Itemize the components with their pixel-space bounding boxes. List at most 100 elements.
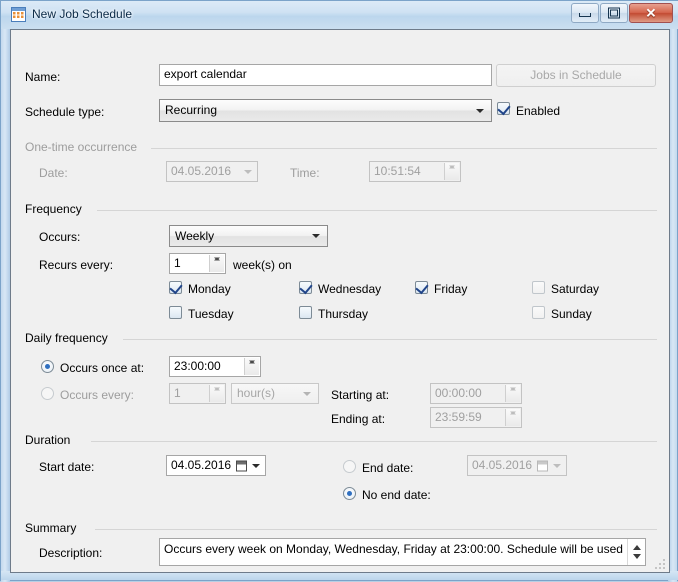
ending-at-input[interactable]: 23:59:59 bbox=[430, 407, 522, 428]
description-label: Description: bbox=[39, 546, 103, 560]
radio-dot-icon bbox=[45, 364, 50, 369]
spinner-down-icon[interactable] bbox=[210, 255, 224, 264]
starting-at-label: Starting at: bbox=[331, 388, 390, 402]
name-input[interactable]: export calendar bbox=[159, 64, 492, 86]
occurs-every-unit-value: hour(s) bbox=[237, 386, 276, 400]
one-time-group-label: One-time occurrence bbox=[25, 140, 143, 154]
close-icon: ✕ bbox=[645, 5, 657, 21]
starting-at-input[interactable]: 00:00:00 bbox=[430, 383, 522, 404]
checkbox-monday[interactable] bbox=[169, 280, 183, 295]
calendar-grid-icon bbox=[11, 7, 26, 22]
checkbox-thursday[interactable] bbox=[299, 306, 312, 319]
scroll-down-icon[interactable] bbox=[632, 554, 641, 559]
spinner-down-icon[interactable] bbox=[506, 409, 520, 418]
schedule-type-label: Schedule type: bbox=[25, 105, 105, 119]
calendar-icon[interactable] bbox=[537, 460, 548, 471]
starting-at-spinner[interactable] bbox=[505, 385, 520, 402]
ending-at-spinner[interactable] bbox=[505, 409, 520, 426]
minimize-button[interactable] bbox=[571, 3, 599, 23]
group-divider bbox=[95, 529, 657, 530]
description-value: Occurs every week on Monday, Wednesday, … bbox=[164, 542, 625, 556]
ending-at-label: Ending at: bbox=[331, 412, 386, 426]
radio-occurs-once-at[interactable] bbox=[41, 360, 54, 373]
occurs-once-spinner[interactable] bbox=[244, 358, 259, 375]
checkbox-saturday[interactable] bbox=[532, 281, 545, 294]
check-icon bbox=[415, 280, 429, 295]
time-spinner[interactable] bbox=[444, 163, 459, 180]
group-divider bbox=[97, 210, 657, 211]
check-icon bbox=[169, 280, 183, 295]
recurs-every-label: Recurs every: bbox=[39, 258, 114, 272]
occurs-select[interactable]: Weekly bbox=[169, 225, 328, 247]
checkbox-tuesday[interactable] bbox=[169, 306, 182, 319]
occurs-every-value: 1 bbox=[174, 386, 181, 400]
close-button[interactable]: ✕ bbox=[629, 3, 673, 23]
ending-at-value: 23:59:59 bbox=[435, 410, 482, 424]
start-date-input[interactable]: 04.05.2016 bbox=[166, 455, 266, 476]
label-thursday: Thursday bbox=[318, 307, 369, 321]
chevron-down-icon bbox=[303, 391, 311, 396]
chevron-down-icon bbox=[244, 169, 252, 174]
spinner-down-icon[interactable] bbox=[210, 385, 224, 394]
end-date-value: 04.05.2016 bbox=[472, 458, 533, 472]
start-date-label: Start date: bbox=[39, 460, 95, 474]
occurs-every-spinner[interactable] bbox=[209, 385, 224, 402]
group-divider bbox=[123, 339, 657, 340]
one-time-time-input[interactable]: 10:51:54 bbox=[369, 161, 461, 182]
dialog-body: Name: export calendar Jobs in Schedule S… bbox=[10, 29, 670, 573]
radio-dot-icon bbox=[347, 491, 352, 496]
recurs-every-input[interactable]: 1 bbox=[169, 253, 226, 274]
one-time-time-label: Time: bbox=[290, 166, 320, 180]
one-time-date-input[interactable]: 04.05.2016 bbox=[166, 161, 258, 182]
description-textarea[interactable]: Occurs every week on Monday, Wednesday, … bbox=[159, 538, 646, 566]
occurs-label: Occurs: bbox=[39, 230, 81, 244]
window-left-edge bbox=[1, 1, 10, 582]
chevron-down-icon[interactable] bbox=[252, 463, 260, 468]
recurs-every-spinner[interactable] bbox=[209, 255, 224, 272]
resize-grip-icon[interactable] bbox=[654, 558, 666, 570]
calendar-icon[interactable] bbox=[236, 460, 247, 471]
check-icon bbox=[299, 280, 313, 295]
checkbox-sunday[interactable] bbox=[532, 306, 545, 319]
occurs-every-unit-select[interactable]: hour(s) bbox=[231, 383, 319, 404]
minimize-icon bbox=[579, 12, 591, 17]
spinner-down-icon[interactable] bbox=[506, 385, 520, 394]
description-scrollbar[interactable] bbox=[627, 539, 645, 565]
occurs-every-label: Occurs every: bbox=[60, 388, 135, 402]
window-controls: ✕ bbox=[570, 3, 673, 24]
restore-button[interactable] bbox=[600, 3, 628, 23]
label-monday: Monday bbox=[188, 282, 231, 296]
radio-end-date[interactable] bbox=[343, 460, 356, 473]
jobs-in-schedule-button[interactable]: Jobs in Schedule bbox=[496, 64, 656, 87]
no-end-date-label: No end date: bbox=[362, 488, 431, 502]
checkbox-wednesday[interactable] bbox=[299, 280, 313, 295]
one-time-time-value: 10:51:54 bbox=[374, 164, 421, 178]
enabled-label: Enabled bbox=[516, 104, 561, 118]
occurs-every-input[interactable]: 1 bbox=[169, 383, 226, 404]
spinner-down-icon[interactable] bbox=[245, 358, 259, 367]
end-date-input[interactable]: 04.05.2016 bbox=[467, 455, 567, 476]
radio-no-end-date[interactable] bbox=[343, 487, 356, 500]
title-bar[interactable]: New Job Schedule ✕ bbox=[1, 1, 678, 29]
radio-occurs-every[interactable] bbox=[41, 387, 54, 400]
enabled-checkbox[interactable] bbox=[497, 101, 511, 116]
scroll-up-icon[interactable] bbox=[632, 545, 641, 550]
spinner-down-icon[interactable] bbox=[445, 163, 459, 172]
chevron-down-icon[interactable] bbox=[553, 463, 561, 468]
weeks-on-label: week(s) on bbox=[233, 258, 292, 272]
window-title: New Job Schedule bbox=[32, 7, 133, 21]
occurs-once-at-label: Occurs once at: bbox=[60, 361, 145, 375]
checkbox-friday[interactable] bbox=[415, 280, 429, 295]
occurs-once-at-input[interactable]: 23:00:00 bbox=[169, 356, 261, 377]
schedule-type-select[interactable]: Recurring bbox=[159, 99, 492, 122]
restore-icon bbox=[608, 7, 620, 19]
check-icon bbox=[497, 101, 511, 116]
starting-at-value: 00:00:00 bbox=[435, 386, 482, 400]
label-wednesday: Wednesday bbox=[318, 282, 382, 296]
dialog-window: New Job Schedule ✕ Name: export calendar… bbox=[0, 0, 678, 582]
duration-group-label: Duration bbox=[25, 433, 76, 447]
occurs-value: Weekly bbox=[175, 229, 215, 243]
daily-frequency-group-label: Daily frequency bbox=[25, 331, 113, 345]
recurs-every-value: 1 bbox=[174, 256, 181, 270]
start-date-value: 04.05.2016 bbox=[171, 458, 232, 472]
